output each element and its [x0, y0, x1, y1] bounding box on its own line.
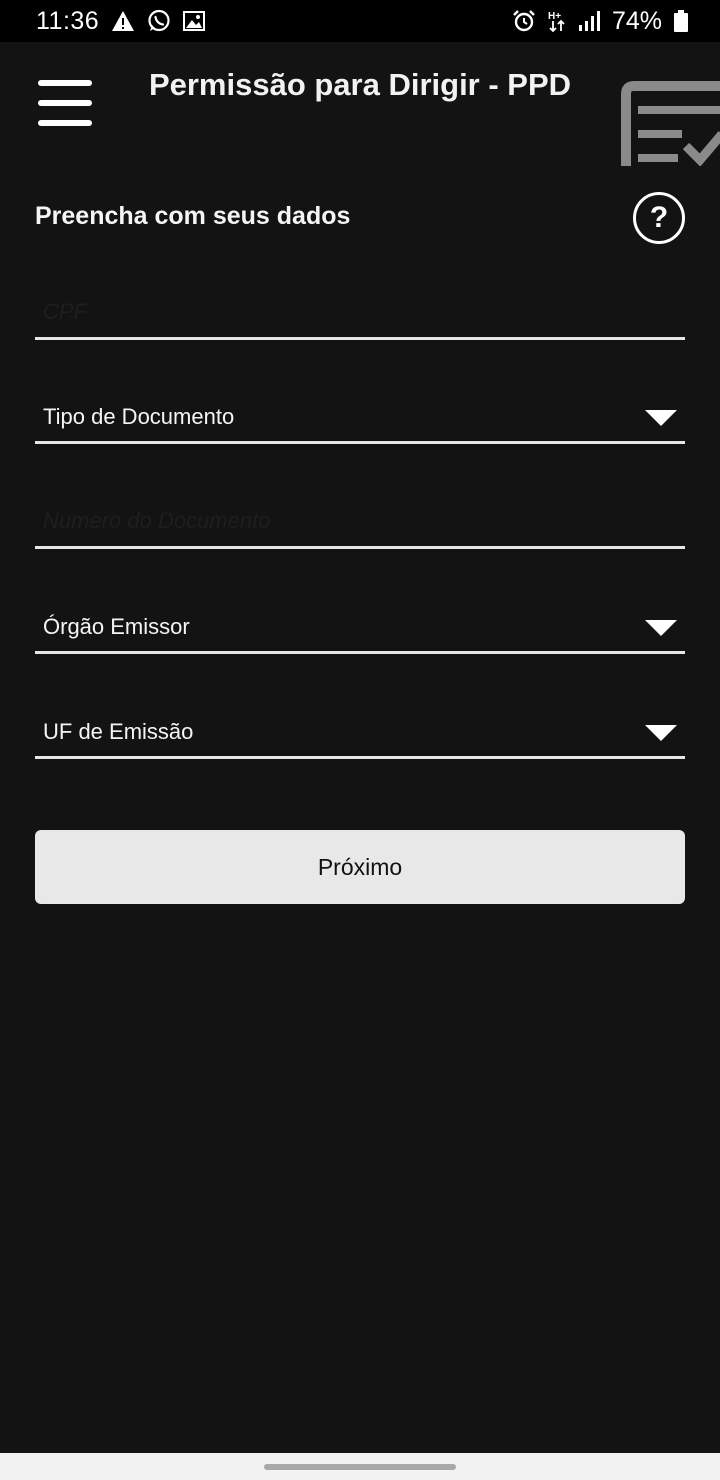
status-left: 11:36	[36, 6, 206, 36]
document-number-input[interactable]	[43, 499, 663, 543]
help-icon[interactable]: ?	[633, 192, 685, 244]
whatsapp-icon	[147, 9, 171, 33]
next-button[interactable]: Próximo	[35, 830, 685, 904]
issuing-state-select[interactable]: UF de Emissão	[35, 689, 685, 759]
data-arrows-icon: H+	[548, 9, 566, 33]
signal-icon	[578, 10, 600, 32]
caret-down-icon	[645, 620, 677, 636]
hamburger-menu-icon[interactable]	[38, 80, 94, 126]
document-type-select[interactable]: Tipo de Documento	[35, 374, 685, 444]
caret-down-icon	[645, 725, 677, 741]
system-nav-bar	[0, 1453, 720, 1480]
issuing-body-select[interactable]: Órgão Emissor	[35, 584, 685, 654]
status-right: H+ 74%	[512, 7, 688, 36]
cpf-field	[35, 270, 685, 340]
status-bar: 11:36 H+ 74%	[0, 0, 720, 42]
cpf-input[interactable]	[43, 290, 663, 334]
page-title: Permissão para Dirigir - PPD	[148, 67, 572, 102]
document-number-field	[35, 479, 685, 549]
battery-icon	[674, 10, 688, 32]
document-check-icon	[618, 80, 720, 166]
image-icon	[183, 11, 206, 31]
form-heading: Preencha com seus dados	[35, 202, 351, 230]
caret-down-icon	[645, 410, 677, 426]
svg-text:H+: H+	[548, 11, 561, 22]
alarm-icon	[512, 9, 536, 33]
status-time: 11:36	[36, 6, 100, 35]
warning-icon	[111, 10, 135, 32]
battery-percent: 74%	[611, 6, 662, 35]
document-type-label: Tipo de Documento	[43, 404, 235, 429]
home-gesture-handle[interactable]	[264, 1464, 456, 1470]
issuing-state-label: UF de Emissão	[43, 719, 194, 744]
issuing-body-label: Órgão Emissor	[43, 614, 190, 639]
app-header: Permissão para Dirigir - PPD	[0, 42, 720, 166]
